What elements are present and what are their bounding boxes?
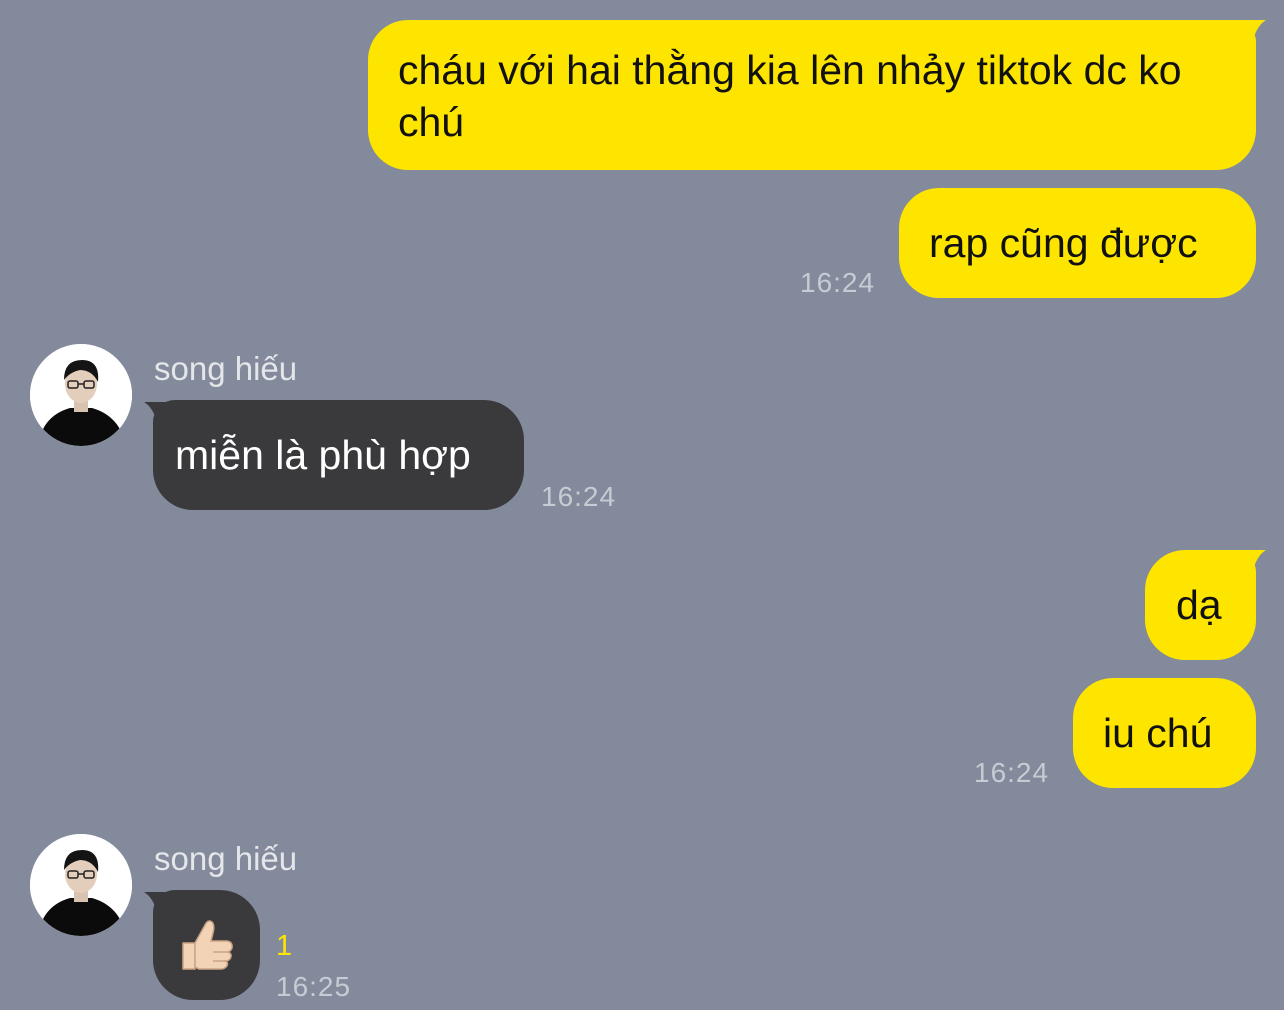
person-avatar-icon [30, 344, 132, 446]
message-timestamp: 16:24 [974, 757, 1050, 788]
message-text: iu chú [1103, 710, 1213, 756]
message-timestamp: 16:24 [541, 481, 617, 512]
message-timestamp: 16:24 [800, 267, 876, 298]
unread-count: 1 [276, 930, 293, 962]
message-text: rap cũng được [929, 220, 1198, 266]
avatar[interactable] [30, 834, 132, 936]
incoming-sticker-bubble[interactable] [153, 890, 260, 1000]
sender-name: song hiếu [154, 350, 298, 387]
outgoing-message-bubble[interactable]: rap cũng được [899, 188, 1256, 298]
message-timestamp: 16:25 [276, 971, 352, 1002]
person-avatar-icon [30, 834, 132, 936]
thumbs-up-icon [181, 920, 233, 970]
bubble-tail-icon [1226, 550, 1266, 574]
message-text: cháu với hai thằng kia lên nhảy tiktok d… [398, 47, 1182, 145]
bubble-tail-icon [1226, 20, 1266, 44]
sender-name: song hiếu [154, 840, 298, 877]
chat-thread: cháu với hai thằng kia lên nhảy tiktok d… [0, 0, 1284, 1010]
incoming-message-bubble[interactable]: miễn là phù hợp [153, 400, 524, 510]
avatar[interactable] [30, 344, 132, 446]
outgoing-message-bubble[interactable]: cháu với hai thằng kia lên nhảy tiktok d… [368, 20, 1256, 170]
outgoing-message-bubble[interactable]: iu chú [1073, 678, 1256, 788]
message-text: miễn là phù hợp [175, 432, 471, 478]
